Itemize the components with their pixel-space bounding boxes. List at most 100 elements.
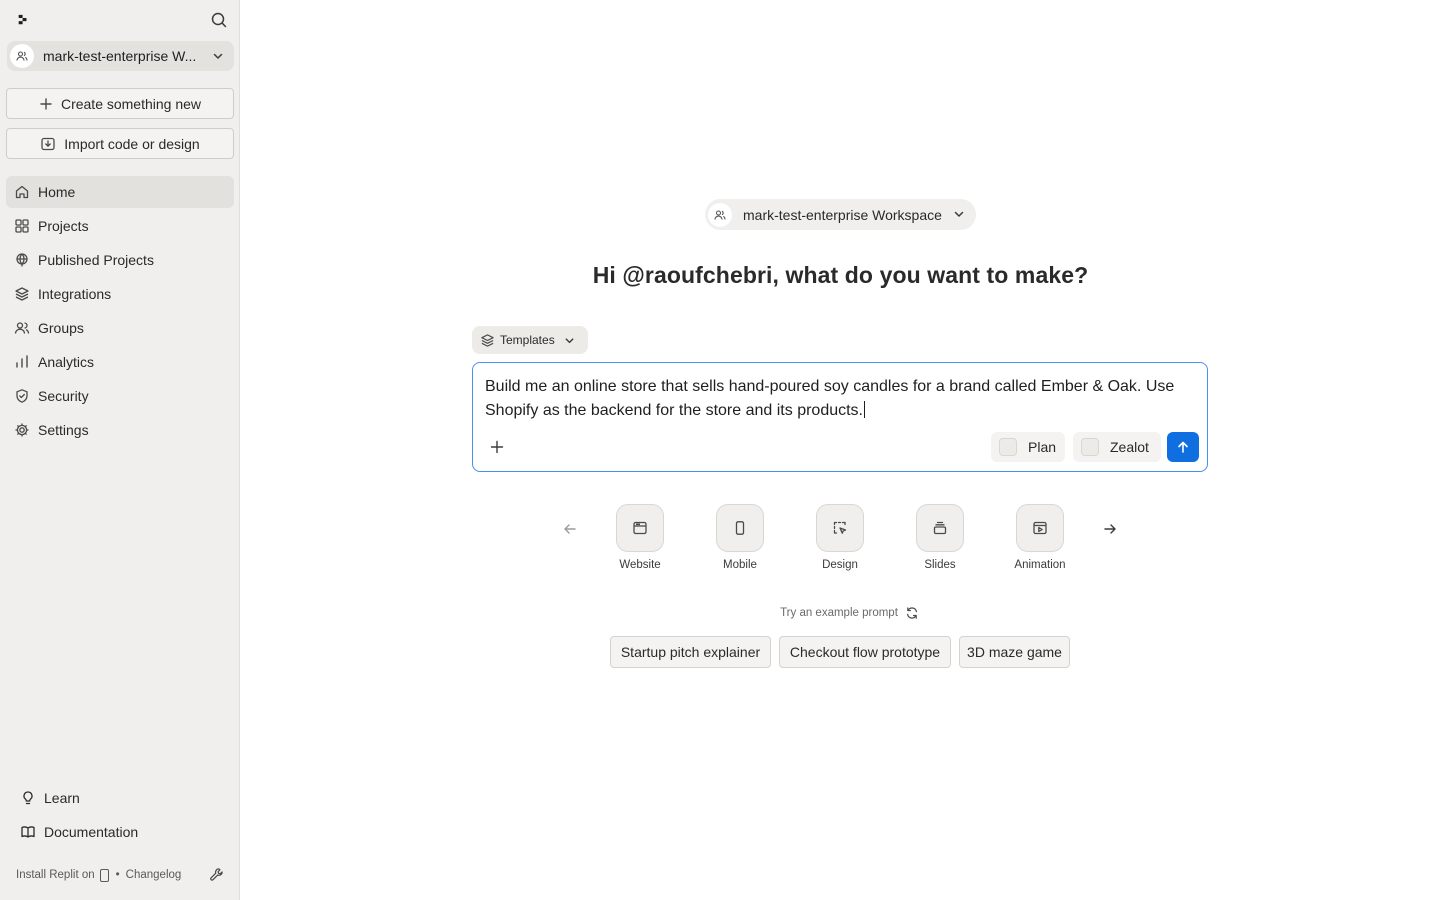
documentation-label: Documentation <box>44 824 139 840</box>
sidebar-item-settings[interactable]: Settings <box>6 414 234 446</box>
import-code-button[interactable]: Import code or design <box>6 128 234 159</box>
arrow-up-icon <box>1176 440 1190 454</box>
animation-play-icon <box>1016 504 1064 552</box>
replit-logo-icon[interactable] <box>14 11 32 29</box>
plan-label: Plan <box>1028 439 1057 455</box>
zealot-checkbox[interactable] <box>1081 438 1099 456</box>
example-chip[interactable]: 3D maze game <box>959 636 1070 668</box>
workspace-selector[interactable]: mark-test-enterprise W... <box>7 41 234 71</box>
example-chip[interactable]: Checkout flow prototype <box>779 636 951 668</box>
example-prompt-header: Try an example prompt <box>241 606 1440 620</box>
refresh-icon[interactable] <box>905 606 919 620</box>
type-label: Mobile <box>723 559 757 571</box>
prompt-input[interactable]: Build me an online store that sells hand… <box>485 375 1190 423</box>
prompt-text: Build me an online store that sells hand… <box>485 378 1175 419</box>
layers-icon <box>14 286 30 302</box>
documentation-link[interactable]: Documentation <box>20 822 138 842</box>
import-icon <box>40 136 56 152</box>
templates-dropdown[interactable]: Templates <box>472 326 588 354</box>
plan-checkbox[interactable] <box>999 438 1017 456</box>
browser-window-icon <box>616 504 664 552</box>
sidebar-item-label: Security <box>38 388 89 404</box>
type-design[interactable]: Design <box>800 504 880 576</box>
book-icon <box>20 824 36 840</box>
type-slides[interactable]: Slides <box>900 504 980 576</box>
project-type-row: Website Mobile Design Slides Animation <box>241 504 1440 584</box>
gear-icon <box>14 422 30 438</box>
sidebar-item-home[interactable]: Home <box>6 176 234 208</box>
bar-chart-icon <box>14 354 30 370</box>
chevron-down-icon <box>211 49 225 63</box>
plus-icon[interactable] <box>489 439 505 455</box>
lightbulb-icon <box>20 790 36 806</box>
arrow-left-icon[interactable] <box>562 521 578 537</box>
example-chip-label: Checkout flow prototype <box>789 644 941 660</box>
workspace-name: mark-test-enterprise W... <box>43 48 197 64</box>
prompt-box: Build me an online store that sells hand… <box>472 362 1208 472</box>
zealot-label: Zealot <box>1110 439 1149 455</box>
shield-icon <box>14 388 30 404</box>
search-icon[interactable] <box>210 11 228 29</box>
import-label: Import code or design <box>64 135 200 152</box>
type-animation[interactable]: Animation <box>1000 504 1080 576</box>
workspace-users-icon <box>10 44 34 68</box>
sidebar-item-groups[interactable]: Groups <box>6 312 234 344</box>
example-chip[interactable]: Startup pitch explainer <box>610 636 771 668</box>
page-title: Hi @raoufchebri, what do you want to mak… <box>592 262 1089 288</box>
sidebar-item-label: Integrations <box>38 286 112 302</box>
chevron-down-icon <box>563 334 576 347</box>
layers-icon <box>480 333 495 348</box>
slides-stack-icon <box>916 504 964 552</box>
globe-icon <box>14 252 30 268</box>
sidebar-item-label: Settings <box>38 422 89 438</box>
workspace-users-icon <box>708 202 732 227</box>
try-example-label: Try an example prompt <box>780 607 898 619</box>
sidebar: mark-test-enterprise W... Create somethi… <box>0 0 240 900</box>
changelog-link[interactable]: Changelog <box>126 869 182 881</box>
main-content: mark-test-enterprise Workspace Hi @raouf… <box>241 0 1440 900</box>
home-icon <box>14 184 30 200</box>
plan-toggle[interactable]: Plan <box>991 432 1065 462</box>
type-mobile[interactable]: Mobile <box>700 504 780 576</box>
zealot-toggle[interactable]: Zealot <box>1073 432 1161 462</box>
example-chip-label: 3D maze game <box>967 644 1062 660</box>
sidebar-item-label: Groups <box>38 320 84 336</box>
footer-separator: • <box>115 869 120 881</box>
type-label: Design <box>822 559 858 571</box>
sidebar-footer: Install Replit on • Changelog <box>16 866 226 884</box>
sidebar-item-projects[interactable]: Projects <box>6 210 234 242</box>
chevron-down-icon <box>952 207 966 221</box>
sidebar-item-label: Projects <box>38 218 89 234</box>
text-caret <box>864 401 865 418</box>
sidebar-item-analytics[interactable]: Analytics <box>6 346 234 378</box>
arrow-right-icon[interactable] <box>1102 521 1118 537</box>
sidebar-item-security[interactable]: Security <box>6 380 234 412</box>
sidebar-item-label: Published Projects <box>38 252 154 268</box>
phone-icon[interactable] <box>99 868 109 882</box>
install-replit-link[interactable]: Install Replit on <box>16 869 95 881</box>
workspace-pill[interactable]: mark-test-enterprise Workspace <box>705 199 976 230</box>
type-label: Animation <box>1014 559 1066 571</box>
create-label: Create something new <box>60 95 202 112</box>
sidebar-nav: Home Projects Published Projects Integra… <box>6 176 234 448</box>
phone-icon <box>716 504 764 552</box>
sidebar-item-label: Home <box>38 184 76 200</box>
type-label: Website <box>619 559 661 571</box>
sidebar-item-published-projects[interactable]: Published Projects <box>6 244 234 276</box>
design-select-icon <box>816 504 864 552</box>
grid-icon <box>14 218 30 234</box>
learn-link[interactable]: Learn <box>20 788 80 808</box>
example-chip-label: Startup pitch explainer <box>620 644 761 660</box>
create-something-new-button[interactable]: Create something new <box>6 88 234 119</box>
sidebar-item-integrations[interactable]: Integrations <box>6 278 234 310</box>
plus-icon <box>39 97 53 111</box>
templates-label: Templates <box>500 333 555 347</box>
type-website[interactable]: Website <box>600 504 680 576</box>
sidebar-item-label: Analytics <box>38 354 95 370</box>
wrench-icon[interactable] <box>209 867 224 882</box>
send-button[interactable] <box>1167 432 1199 462</box>
learn-label: Learn <box>44 790 80 806</box>
users-icon <box>14 320 30 336</box>
type-label: Slides <box>924 559 956 571</box>
workspace-pill-label: mark-test-enterprise Workspace <box>743 206 942 223</box>
